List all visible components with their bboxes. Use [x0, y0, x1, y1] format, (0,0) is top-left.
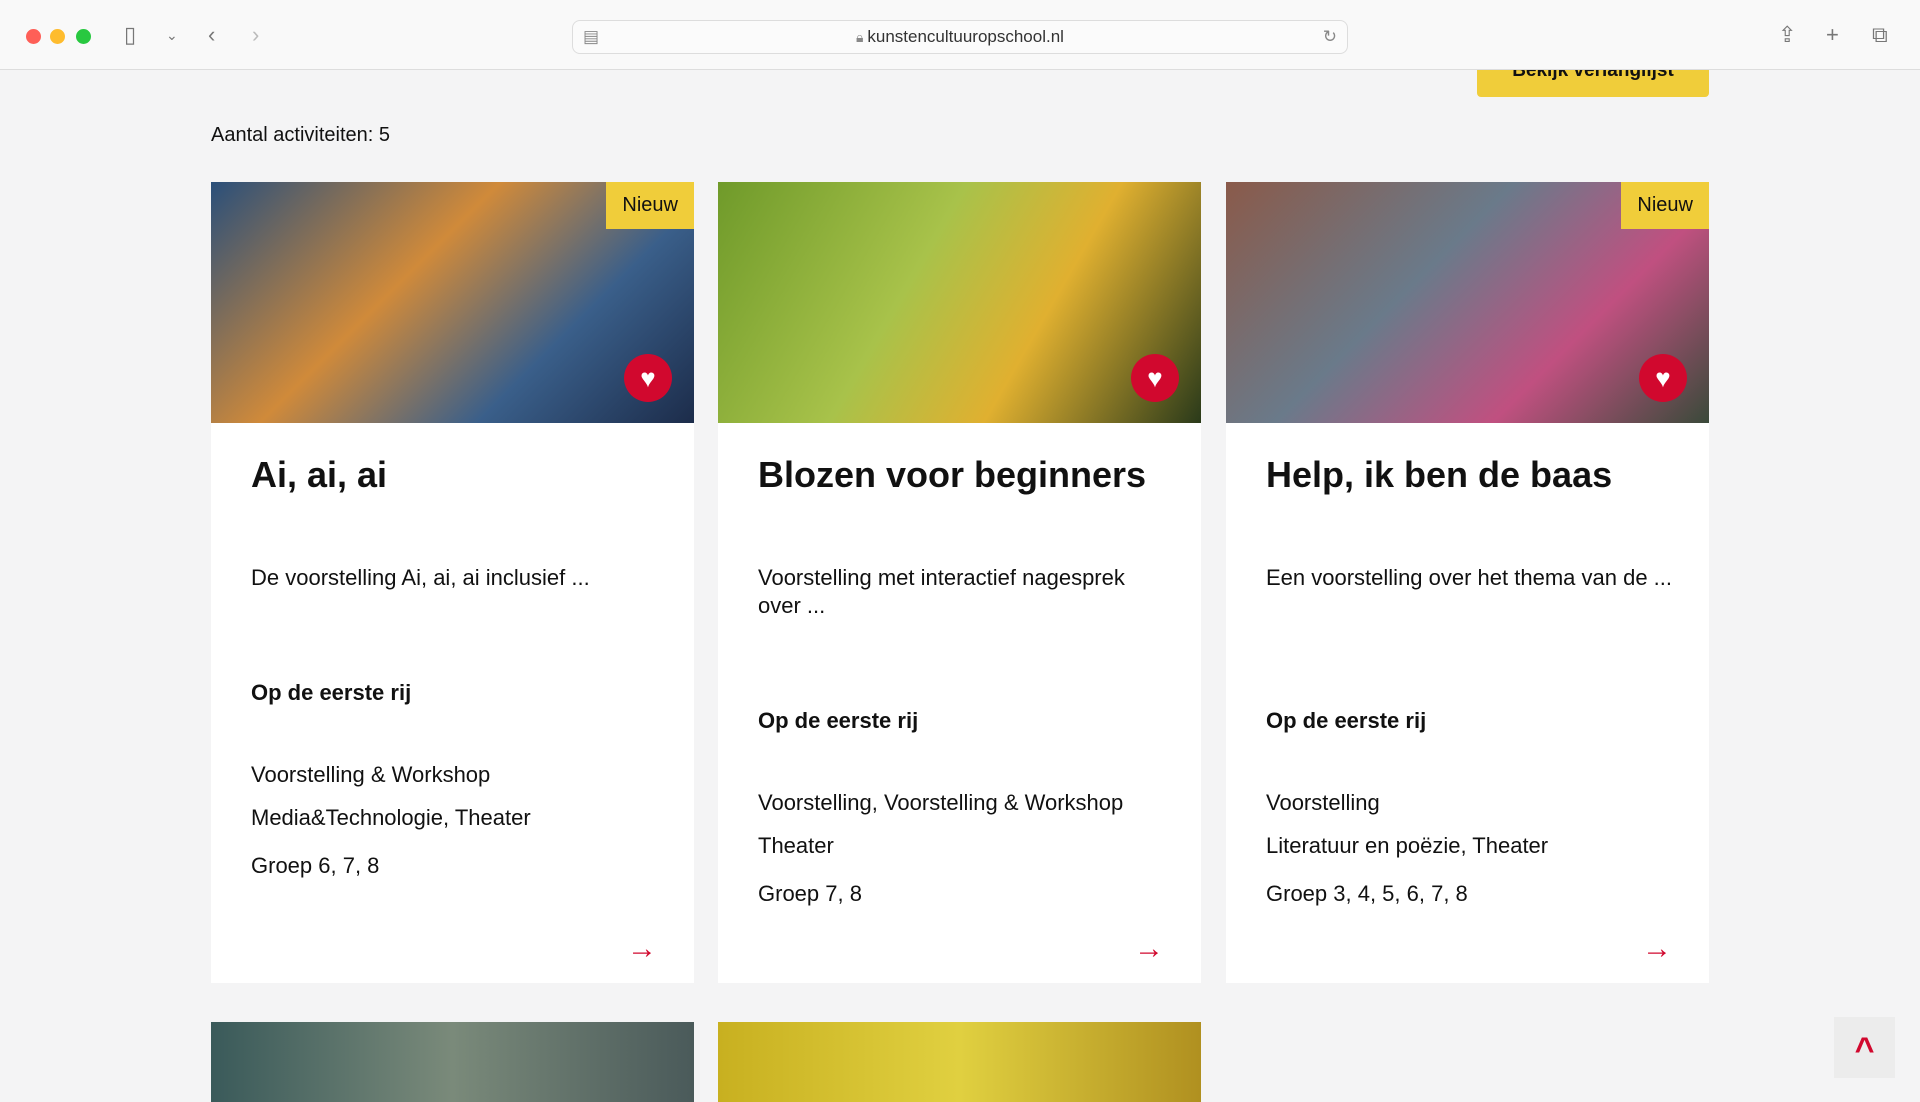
sidebar-icon[interactable]: ▯	[124, 22, 136, 48]
card-description: De voorstelling Ai, ai, ai inclusief ...	[251, 565, 590, 590]
card-disciplines: Media&Technologie, Theater	[251, 805, 531, 830]
reload-icon[interactable]: ↻	[1323, 21, 1337, 53]
browser-toolbar: ▯ ⌄ ‹ › ▤ 🔒︎ kunstencultuuropschool.nl ↻…	[0, 0, 1920, 70]
card-provider: Op de eerste rij	[1266, 708, 1427, 733]
card-image: ♥	[718, 182, 1201, 423]
arrow-right-icon[interactable]: →	[1642, 932, 1672, 966]
card-image: Nieuw ♥	[211, 182, 694, 423]
favorite-heart-icon[interactable]: ♥	[1131, 354, 1179, 402]
favorite-heart-icon[interactable]: ♥	[1639, 354, 1687, 402]
card-groups: Groep 7, 8	[758, 881, 862, 906]
card-title: Blozen voor beginners	[758, 454, 1147, 495]
activity-card-image-partial[interactable]	[211, 1022, 694, 1102]
forward-button: ›	[252, 22, 260, 47]
activity-card[interactable]: Nieuw ♥ Help, ik ben de baas Een voorste…	[1226, 182, 1709, 983]
card-image: Nieuw ♥	[1226, 182, 1709, 423]
address-bar[interactable]: ▤ 🔒︎ kunstencultuuropschool.nl ↻	[572, 20, 1348, 54]
card-title: Help, ik ben de baas	[1266, 454, 1613, 495]
back-button[interactable]: ‹	[208, 22, 215, 48]
new-badge: Nieuw	[1621, 182, 1709, 229]
new-badge: Nieuw	[606, 182, 694, 229]
card-disciplines: Theater	[758, 833, 834, 858]
minimize-window-button[interactable]	[50, 29, 65, 44]
chevron-down-icon[interactable]: ⌄	[166, 22, 178, 48]
card-provider: Op de eerste rij	[758, 708, 919, 733]
arrow-right-icon[interactable]: →	[627, 932, 657, 966]
activity-card[interactable]: ♥ Blozen voor beginners Voorstelling met…	[718, 182, 1201, 983]
card-types: Voorstelling	[1266, 790, 1380, 815]
favorite-heart-icon[interactable]: ♥	[624, 354, 672, 402]
card-groups: Groep 3, 4, 5, 6, 7, 8	[1266, 881, 1468, 906]
activity-card[interactable]: Nieuw ♥ Ai, ai, ai De voorstelling Ai, a…	[211, 182, 694, 983]
card-provider: Op de eerste rij	[251, 680, 412, 705]
activity-card-image-partial[interactable]	[718, 1022, 1201, 1102]
activity-count: Aantal activiteiten: 5	[211, 124, 390, 146]
lock-icon: 🔒︎	[856, 29, 868, 45]
tabs-overview-icon[interactable]: ⧉	[1872, 22, 1888, 48]
close-window-button[interactable]	[26, 29, 41, 44]
maximize-window-button[interactable]	[76, 29, 91, 44]
card-types: Voorstelling, Voorstelling & Workshop	[758, 790, 1124, 815]
share-icon[interactable]: ⇪	[1778, 22, 1796, 48]
arrow-right-icon[interactable]: →	[1134, 932, 1164, 966]
reader-icon[interactable]: ▤	[583, 21, 599, 53]
url-text: kunstencultuuropschool.nl	[867, 27, 1064, 46]
card-description: Voorstelling met interactief nagesprek o…	[758, 565, 1125, 618]
card-title: Ai, ai, ai	[251, 454, 388, 495]
card-disciplines: Literatuur en poëzie, Theater	[1266, 833, 1549, 858]
scroll-to-top-button[interactable]: ^	[1834, 1017, 1895, 1078]
card-description: Een voorstelling over het thema van de .…	[1266, 565, 1673, 590]
card-groups: Groep 6, 7, 8	[251, 853, 380, 878]
new-tab-icon[interactable]: +	[1826, 22, 1839, 48]
card-types: Voorstelling & Workshop	[251, 762, 491, 787]
